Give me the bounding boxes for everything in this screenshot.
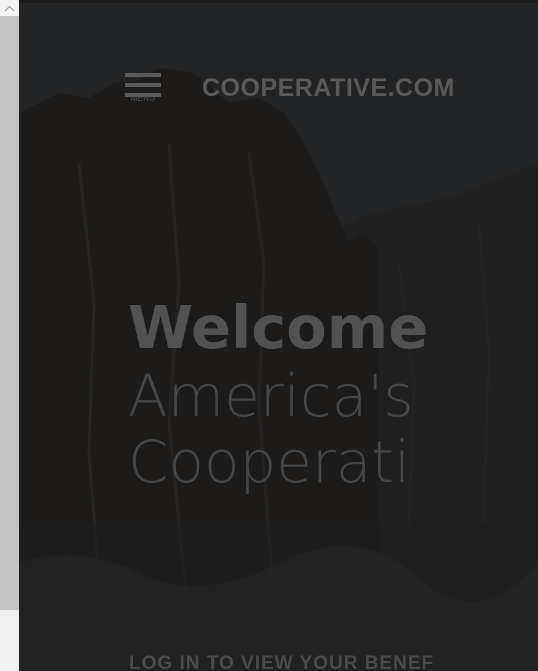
headline-line-3: Cooperati: [128, 428, 411, 496]
hero-section: MENU COOPERATIVE.COM Welcome America's C…: [19, 3, 538, 671]
headline-line-1: Welcome: [128, 293, 429, 362]
brand-logo-link[interactable]: COOPERATIVE.COM: [202, 74, 455, 103]
headline-line-2: America's: [128, 362, 414, 430]
scroll-up-button[interactable]: [0, 0, 19, 16]
menu-label: MENU: [130, 94, 156, 103]
page-scrollbar[interactable]: [0, 0, 19, 671]
chevron-up-icon: [4, 5, 15, 11]
hero-headline: Welcome America's Cooperati: [128, 293, 428, 495]
menu-button[interactable]: MENU: [124, 69, 164, 107]
scrollbar-thumb[interactable]: [0, 16, 19, 610]
login-cta-link[interactable]: LOG IN TO VIEW YOUR BENEF: [129, 653, 434, 671]
hamburger-icon: [124, 69, 164, 97]
